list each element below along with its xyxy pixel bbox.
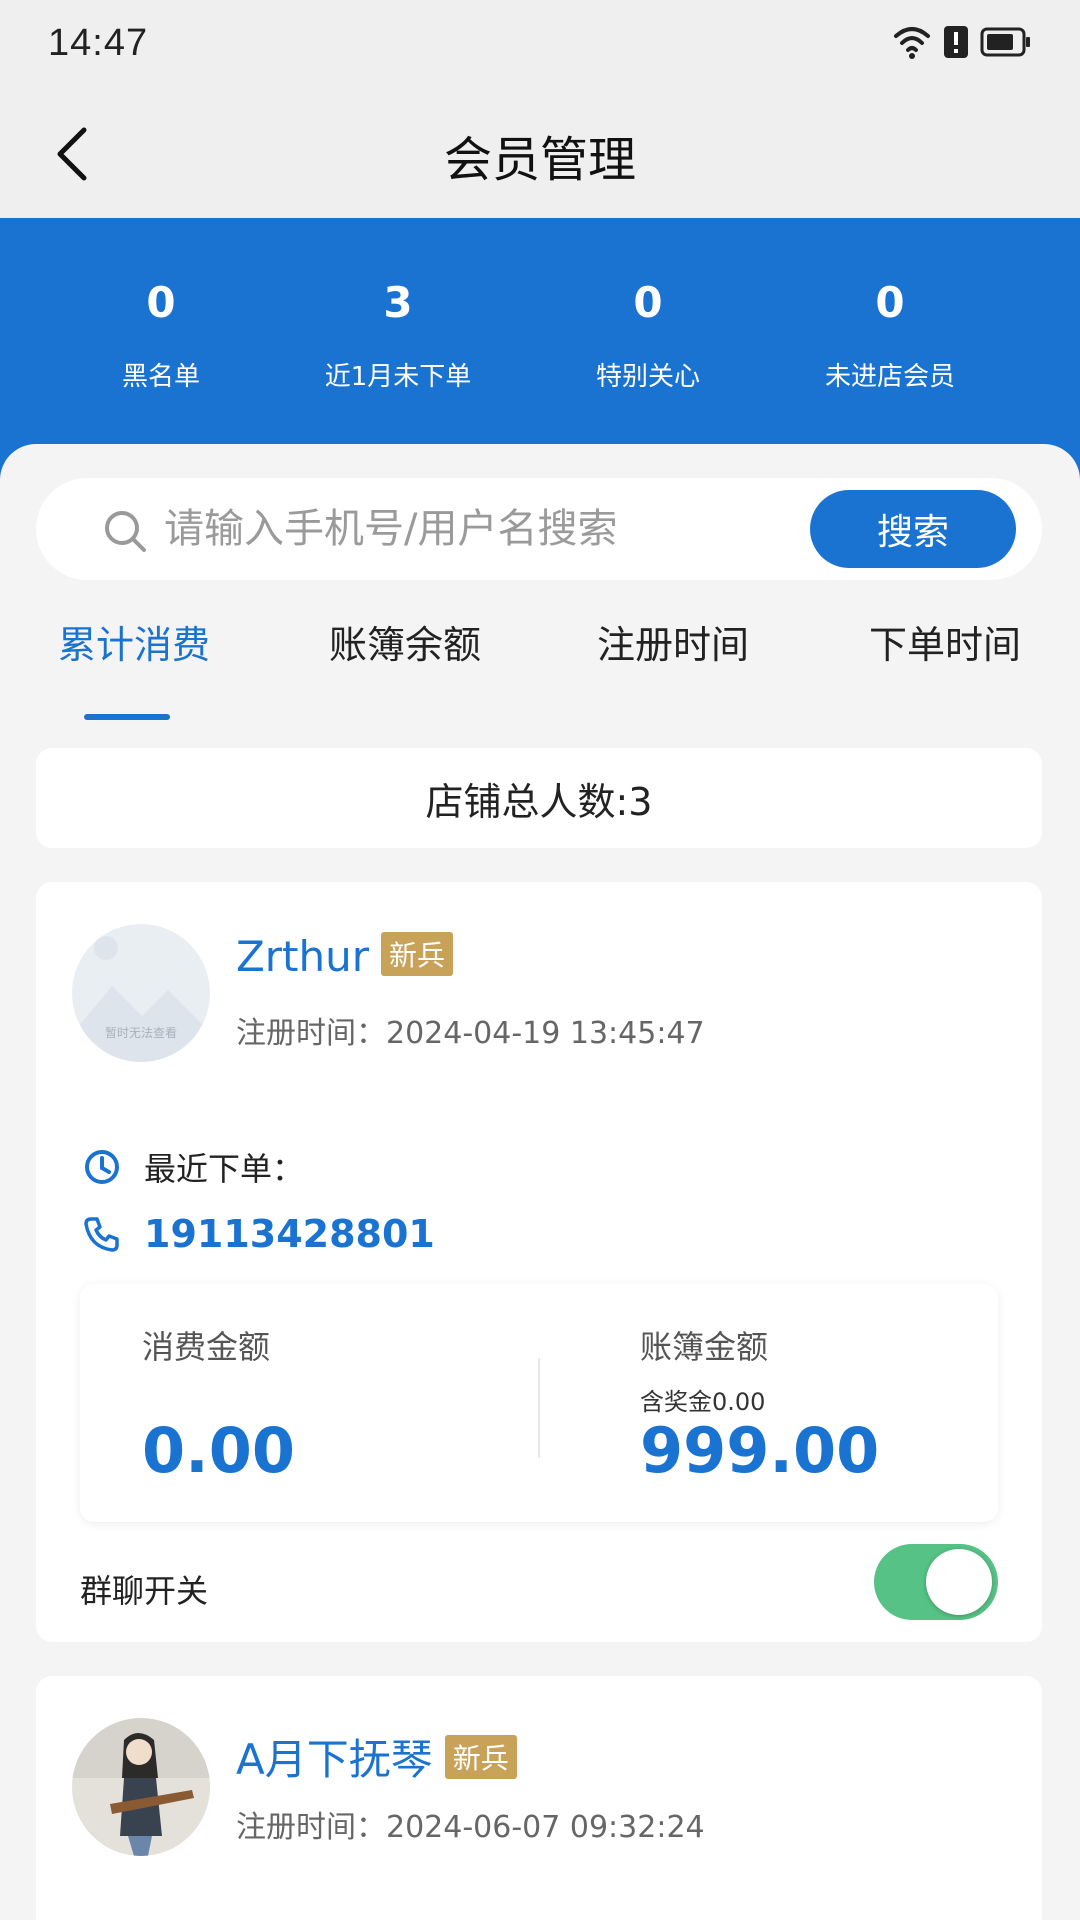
stat-label: 近1月未下单: [324, 362, 472, 392]
avatar: 暂时无法查看: [72, 924, 210, 1062]
phone-icon: [84, 1217, 119, 1252]
group-chat-label: 群聊开关: [80, 1572, 209, 1610]
tab-register-time[interactable]: 注册时间: [597, 614, 749, 669]
amount-panel: 消费金额 0.00 账簿金额 含奖金0.00 999.00: [80, 1284, 998, 1522]
phone-number[interactable]: 19113428801: [144, 1212, 435, 1256]
clock-icon: [85, 1150, 119, 1184]
tab-ledger-balance[interactable]: 账簿余额: [329, 614, 481, 669]
ledger-amount-value: 999.00: [640, 1414, 880, 1487]
recent-order-row: 最近下单：: [82, 1144, 304, 1190]
group-chat-toggle[interactable]: [874, 1544, 998, 1620]
member-name-text: A月下抚琴: [236, 1735, 433, 1784]
sort-tabs: 累计消费 账簿余额 注册时间 下单时间: [0, 614, 1080, 724]
alert-icon: [944, 26, 968, 62]
member-name: Zrthur 新兵: [236, 932, 454, 981]
stat-label: 特别关心: [595, 362, 701, 392]
status-time: 14:47: [48, 22, 149, 64]
avatar-watermark: 暂时无法查看: [105, 1026, 177, 1040]
register-time: 注册时间：2024-04-19 13:45:47: [236, 1016, 705, 1051]
ledger-bonus-note: 含奖金0.00: [640, 1388, 766, 1416]
stat-value: 0: [633, 278, 663, 327]
active-tab-indicator: [84, 714, 170, 720]
page-title: 会员管理: [443, 132, 636, 188]
stat-no-order-month[interactable]: 3 近1月未下单: [325, 278, 472, 393]
stat-label: 黑名单: [121, 362, 201, 392]
status-icons: [892, 24, 1032, 64]
level-badge: 新兵: [381, 932, 454, 976]
recent-order-label: 最近下单：: [144, 1150, 305, 1188]
avatar: [72, 1718, 210, 1856]
search-input[interactable]: [164, 496, 804, 562]
stat-special-care[interactable]: 0 特别关心: [596, 278, 700, 393]
phone-row[interactable]: 19113428801: [82, 1212, 435, 1256]
tab-order-time[interactable]: 下单时间: [869, 614, 1021, 669]
stat-value: 0: [875, 278, 905, 327]
stat-value: 0: [146, 278, 176, 327]
status-bar: 14:47: [0, 0, 1080, 90]
store-total-text: 店铺总人数:3: [425, 779, 653, 824]
consume-amount-value: 0.00: [142, 1414, 295, 1487]
search-button[interactable]: 搜索: [810, 490, 1016, 568]
search-icon: [105, 511, 146, 552]
level-badge: 新兵: [444, 1735, 517, 1779]
main-sheet: 搜索 累计消费 账簿余额 注册时间 下单时间 店铺总人数:3 暂时无法查看 Zr…: [0, 444, 1080, 1920]
member-name-text: Zrthur: [236, 932, 370, 981]
consume-amount-label: 消费金额: [142, 1328, 271, 1366]
toggle-knob: [926, 1549, 992, 1615]
member-card[interactable]: 暂时无法查看 Zrthur 新兵 注册时间：2024-04-19 13:45:47…: [36, 882, 1042, 1642]
wifi-icon: [892, 24, 932, 64]
stat-label: 未进店会员: [824, 362, 956, 392]
member-name: A月下抚琴 新兵: [236, 1726, 517, 1787]
amount-divider: [538, 1358, 540, 1458]
tab-total-consume[interactable]: 累计消费: [58, 614, 210, 669]
member-card[interactable]: A月下抚琴 新兵 注册时间：2024-06-07 09:32:24: [36, 1676, 1042, 1920]
stat-blacklist[interactable]: 0 黑名单: [122, 278, 200, 393]
stat-not-visited[interactable]: 0 未进店会员: [825, 278, 955, 393]
ledger-amount-label: 账簿金额: [640, 1328, 769, 1366]
stat-value: 3: [383, 278, 413, 327]
store-total-card: 店铺总人数:3: [36, 748, 1042, 848]
search-bar: 搜索: [36, 478, 1042, 580]
battery-icon: [980, 27, 1032, 61]
register-time: 注册时间：2024-06-07 09:32:24: [236, 1810, 705, 1845]
nav-bar: 会员管理: [0, 90, 1080, 218]
